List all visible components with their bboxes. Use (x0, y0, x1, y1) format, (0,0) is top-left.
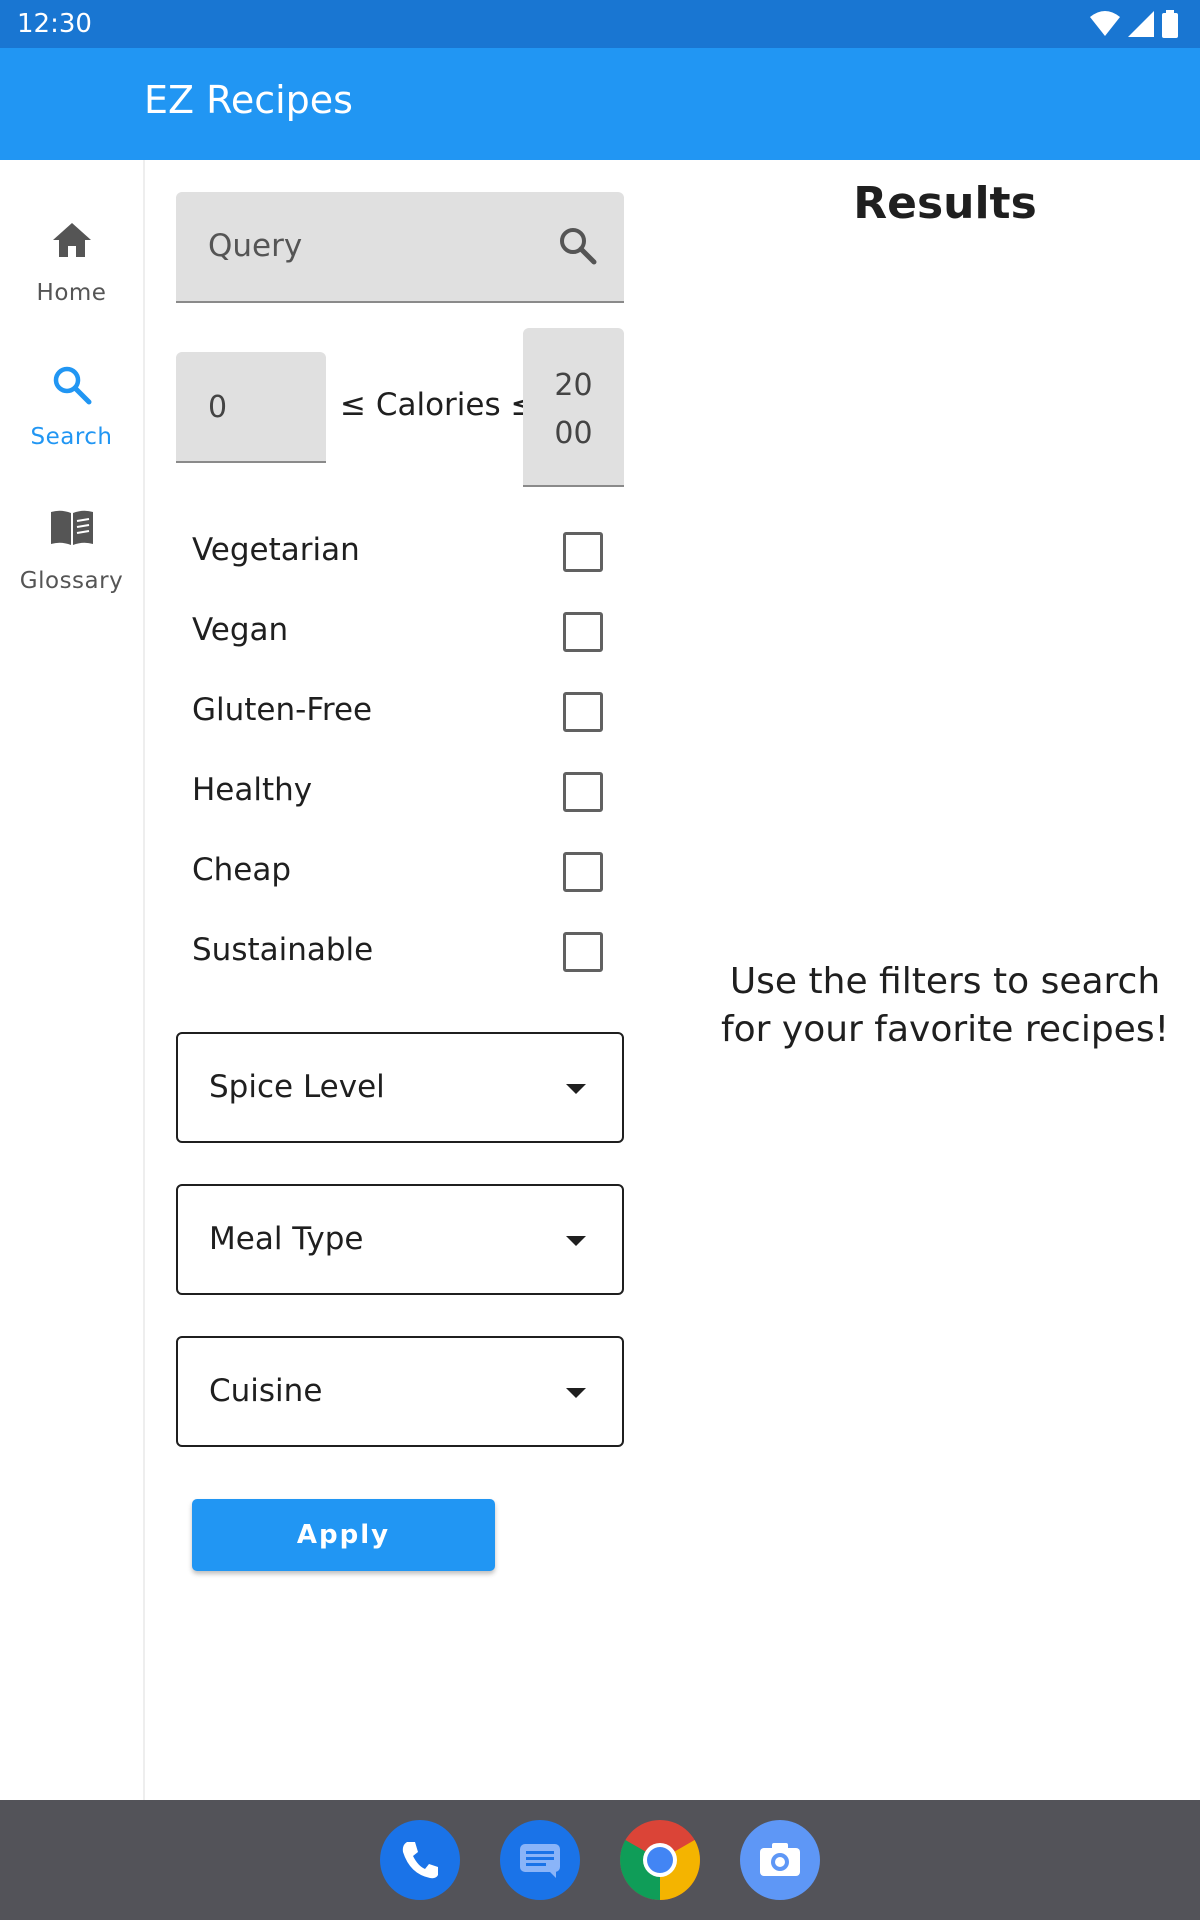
app-bar: EZ Recipes (0, 48, 1200, 160)
checkbox-label: Healthy (192, 772, 313, 808)
nav-item-label: Home (36, 280, 107, 306)
sustainable-checkbox[interactable] (563, 932, 603, 972)
checkbox-row-sustainable: Sustainable (192, 922, 612, 982)
apply-button[interactable]: Apply (192, 1499, 495, 1571)
cuisine-dropdown[interactable]: Cuisine (176, 1336, 624, 1447)
status-time: 12:30 (17, 9, 92, 39)
meal-type-dropdown[interactable]: Meal Type (176, 1184, 624, 1295)
home-icon (52, 223, 91, 257)
checkbox-label: Cheap (192, 852, 292, 888)
dropdown-label: Meal Type (209, 1221, 364, 1257)
query-input[interactable]: Query (176, 192, 624, 303)
app-title: EZ Recipes (144, 78, 353, 122)
nav-rail: Home Search Glossary (0, 160, 145, 1800)
chevron-down-icon (566, 1388, 586, 1398)
gluten-free-checkbox[interactable] (563, 692, 603, 732)
healthy-checkbox[interactable] (563, 772, 603, 812)
checkbox-row-gluten-free: Gluten-Free (192, 682, 612, 742)
search-icon[interactable] (558, 226, 598, 266)
nav-item-home[interactable]: Home (0, 176, 143, 306)
signal-icon (1128, 11, 1154, 37)
vegetarian-checkbox[interactable] (563, 532, 603, 572)
checkbox-label: Vegetarian (192, 532, 360, 568)
checkbox-row-cheap: Cheap (192, 842, 612, 902)
checkbox-row-vegan: Vegan (192, 602, 612, 662)
nav-item-search[interactable]: Search (0, 320, 143, 450)
book-icon (50, 510, 93, 545)
checkbox-label: Sustainable (192, 932, 374, 968)
calories-min-value: 0 (208, 390, 228, 425)
results-empty-message: Use the filters to search for your favor… (720, 961, 1170, 1050)
battery-icon (1162, 10, 1178, 38)
nav-item-glossary[interactable]: Glossary (0, 464, 143, 594)
calories-min-input[interactable]: 0 (176, 352, 326, 463)
chrome-icon[interactable] (620, 1820, 700, 1900)
checkbox-row-vegetarian: Vegetarian (192, 522, 612, 582)
nav-item-label: Search (30, 424, 113, 450)
chevron-down-icon (566, 1236, 586, 1246)
query-placeholder: Query (208, 228, 303, 264)
app-dock (0, 1800, 1200, 1920)
search-icon (53, 366, 91, 405)
calories-label: ≤ Calories ≤ (340, 387, 537, 423)
chevron-down-icon (566, 1084, 586, 1094)
checkbox-label: Vegan (192, 612, 289, 648)
spice-level-dropdown[interactable]: Spice Level (176, 1032, 624, 1143)
dropdown-label: Cuisine (209, 1373, 323, 1409)
wifi-icon (1090, 11, 1120, 36)
nav-item-label: Glossary (19, 568, 124, 594)
status-bar: 12:30 (0, 0, 1200, 48)
camera-icon[interactable] (740, 1820, 820, 1900)
results-title: Results (853, 178, 1037, 229)
cheap-checkbox[interactable] (563, 852, 603, 892)
checkbox-label: Gluten-Free (192, 692, 373, 728)
calories-max-value: 2000 (554, 368, 593, 451)
calories-max-input[interactable]: 2000 (523, 328, 624, 487)
phone-icon[interactable] (380, 1820, 460, 1900)
checkbox-row-healthy: Healthy (192, 762, 612, 822)
messages-icon[interactable] (500, 1820, 580, 1900)
vegan-checkbox[interactable] (563, 612, 603, 652)
dropdown-label: Spice Level (209, 1069, 385, 1105)
